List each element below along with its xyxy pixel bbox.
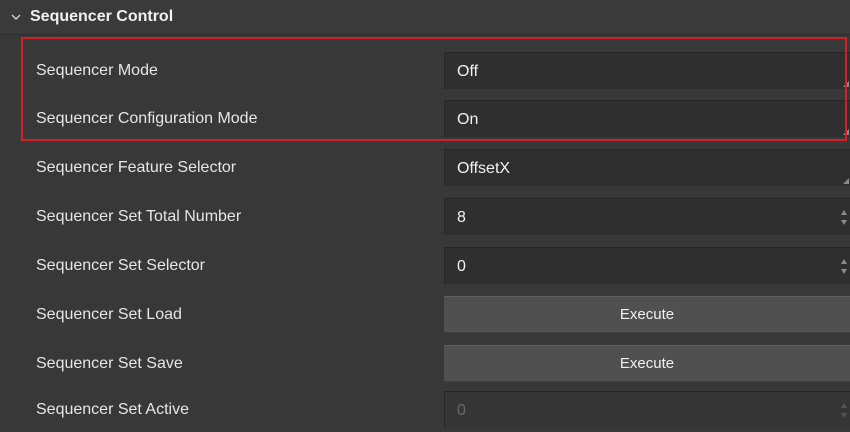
row-sequencer-feature-selector: Sequencer Feature Selector OffsetX (0, 143, 850, 192)
dropdown-arrow-icon[interactable] (843, 81, 849, 87)
row-label: Sequencer Set Total Number (36, 208, 242, 225)
sequencer-set-active-input: 0 (444, 391, 850, 428)
sequencer-mode-combo[interactable]: Off (444, 52, 850, 89)
sequencer-set-selector-input[interactable]: 0 (444, 247, 850, 284)
row-label: Sequencer Set Save (36, 355, 183, 372)
row-label: Sequencer Configuration Mode (36, 110, 258, 127)
row-sequencer-set-selector: Sequencer Set Selector 0 (0, 241, 850, 290)
sequencer-set-total-number-input[interactable]: 8 (444, 198, 850, 235)
sequencer-feature-selector-combo[interactable]: OffsetX (444, 149, 850, 186)
section-header[interactable]: Sequencer Control (0, 0, 850, 35)
spin-arrows-icon[interactable] (838, 248, 850, 285)
spin-arrows-icon[interactable] (838, 199, 850, 236)
chevron-down-icon[interactable] (10, 11, 22, 23)
row-sequencer-set-total-number: Sequencer Set Total Number 8 (0, 192, 850, 241)
row-sequencer-mode: Sequencer Mode Off (0, 46, 850, 95)
row-sequencer-set-active: Sequencer Set Active 0 (0, 385, 850, 432)
row-sequencer-set-save: Sequencer Set Save Execute (0, 339, 850, 388)
field-value: On (457, 111, 479, 128)
sequencer-set-save-execute-button[interactable]: Execute (444, 345, 850, 382)
field-value: 8 (457, 209, 466, 226)
field-value: 0 (457, 258, 466, 275)
row-label: Sequencer Set Active (36, 401, 189, 418)
field-value: 0 (457, 402, 466, 419)
row-sequencer-set-load: Sequencer Set Load Execute (0, 290, 850, 339)
spin-arrows-icon (841, 403, 847, 418)
sequencer-configuration-mode-combo[interactable]: On (444, 100, 850, 137)
sequencer-set-load-execute-button[interactable]: Execute (444, 296, 850, 333)
row-label: Sequencer Set Selector (36, 257, 205, 274)
properties-panel: Sequencer Control Sequencer Mode Off Seq… (0, 0, 850, 432)
dropdown-arrow-icon[interactable] (843, 129, 849, 135)
row-sequencer-configuration-mode: Sequencer Configuration Mode On (0, 94, 850, 143)
row-label: Sequencer Mode (36, 62, 158, 79)
row-label: Sequencer Feature Selector (36, 159, 237, 176)
dropdown-arrow-icon[interactable] (843, 178, 849, 184)
section-title: Sequencer Control (30, 8, 174, 25)
field-value: OffsetX (457, 160, 511, 177)
field-value: Off (457, 63, 479, 80)
row-label: Sequencer Set Load (36, 306, 182, 323)
